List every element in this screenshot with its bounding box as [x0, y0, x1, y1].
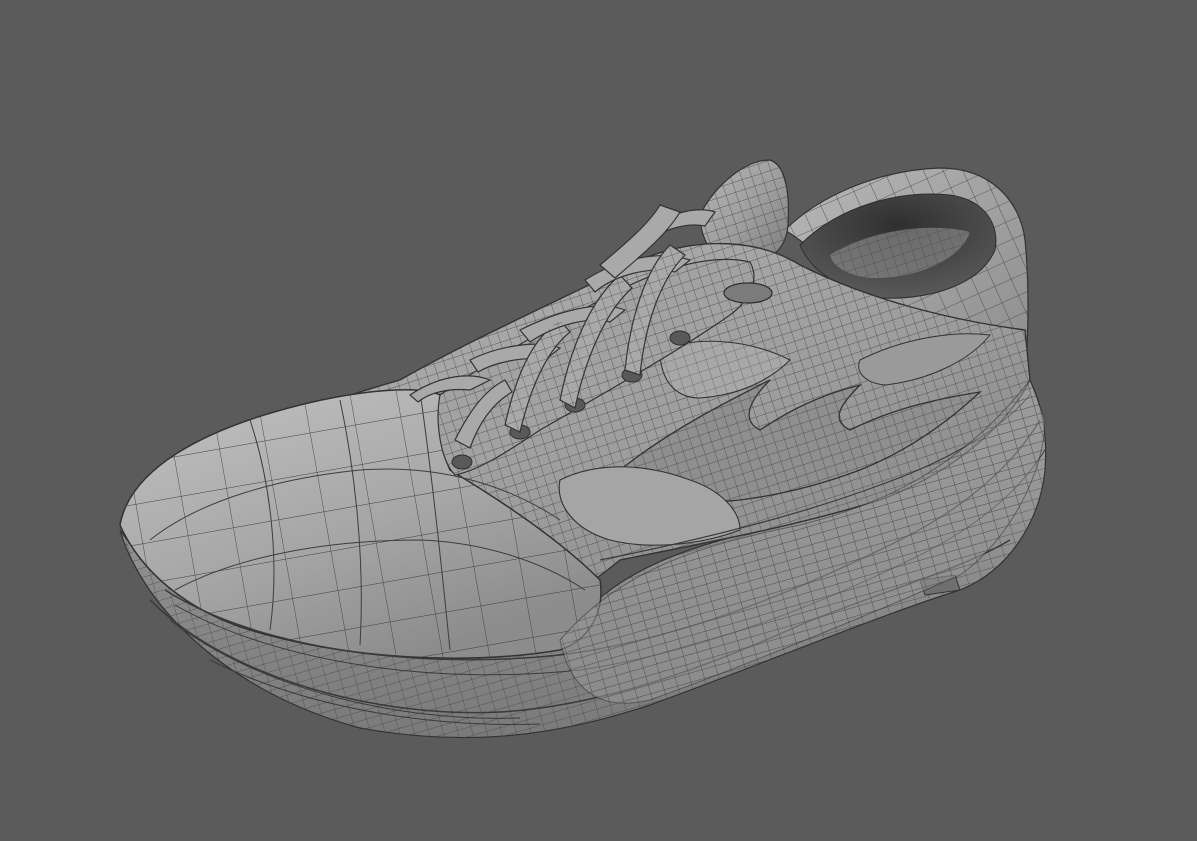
eyelet-1: [451, 454, 473, 470]
eyelet-5: [669, 330, 691, 346]
3d-viewport[interactable]: [0, 0, 1197, 841]
shoe-render: [119, 159, 1047, 739]
top-eyelet: [723, 282, 773, 304]
